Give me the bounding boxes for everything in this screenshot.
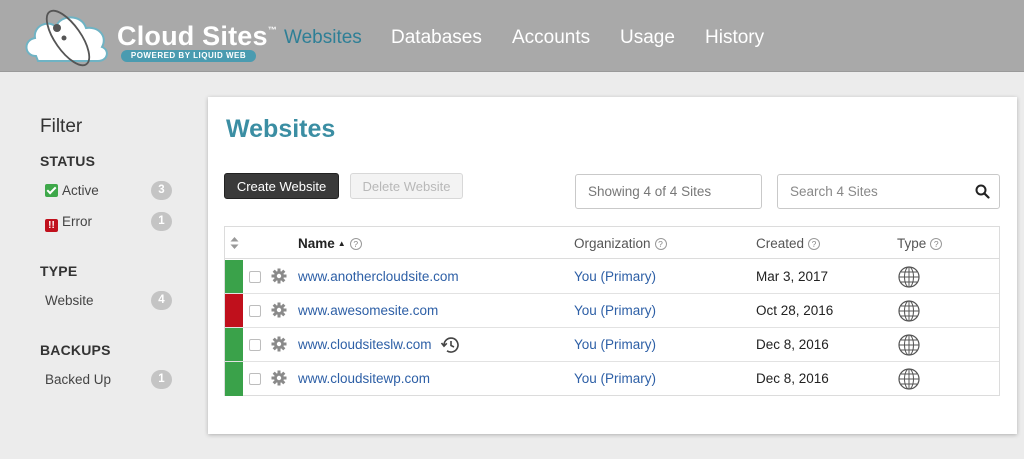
page-title: Websites bbox=[226, 115, 336, 143]
cloud-sites-logo[interactable]: Cloud Sites™ POWERED BY LIQUID WEB bbox=[22, 6, 277, 68]
search-box[interactable] bbox=[777, 174, 1000, 209]
table-row[interactable]: www.cloudsiteslw.com You (Primary) Dec 8, … bbox=[225, 328, 999, 362]
help-icon[interactable]: ? bbox=[930, 238, 943, 250]
status-indicator-active bbox=[225, 328, 243, 361]
table-header: Name ▲? Organization? Created? Type? bbox=[225, 227, 999, 259]
help-icon[interactable]: ? bbox=[654, 238, 667, 250]
globe-icon bbox=[897, 299, 921, 328]
organization-link[interactable]: You (Primary) bbox=[574, 337, 656, 352]
delete-website-button[interactable]: Delete Website bbox=[350, 173, 463, 199]
created-date: Dec 8, 2016 bbox=[756, 337, 829, 352]
filter-status-active[interactable]: Active 3 bbox=[45, 181, 175, 201]
filter-backed-up[interactable]: Backed Up 1 bbox=[45, 370, 175, 390]
sort-toggle-icon[interactable] bbox=[230, 237, 239, 249]
filter-status-error[interactable]: !! Error 1 bbox=[45, 212, 175, 232]
websites-panel: Websites Create Website Delete Website S… bbox=[208, 97, 1017, 434]
column-created[interactable]: Created? bbox=[756, 236, 821, 251]
status-indicator-active bbox=[225, 260, 243, 293]
showing-count: Showing 4 of 4 Sites bbox=[575, 174, 762, 209]
table-row[interactable]: www.anothercloudsite.com You (Primary) Mar… bbox=[225, 260, 999, 294]
cloud-logo-icon bbox=[25, 9, 108, 67]
globe-icon bbox=[897, 367, 921, 396]
sort-asc-icon: ▲ bbox=[337, 239, 346, 248]
backups-heading: BACKUPS bbox=[40, 342, 111, 358]
nav-usage[interactable]: Usage bbox=[620, 27, 675, 49]
check-icon bbox=[45, 184, 58, 197]
gear-icon[interactable] bbox=[271, 302, 287, 323]
row-checkbox[interactable] bbox=[249, 339, 261, 351]
table-row[interactable]: www.awesomesite.com You (Primary) Oct 28, … bbox=[225, 294, 999, 328]
count-badge: 1 bbox=[151, 212, 172, 231]
globe-icon bbox=[897, 333, 921, 362]
gear-icon[interactable] bbox=[271, 336, 287, 357]
created-date: Oct 28, 2016 bbox=[756, 303, 834, 318]
row-checkbox[interactable] bbox=[249, 305, 261, 317]
websites-table: Name ▲? Organization? Created? Type? www.… bbox=[224, 226, 1000, 396]
filter-label: Active bbox=[62, 183, 99, 198]
history-icon[interactable] bbox=[439, 333, 463, 362]
status-heading: STATUS bbox=[40, 153, 96, 169]
site-link[interactable]: www.cloudsiteslw.com bbox=[298, 337, 432, 352]
globe-icon bbox=[897, 265, 921, 294]
created-date: Mar 3, 2017 bbox=[756, 269, 829, 284]
filter-label: Website bbox=[45, 293, 94, 308]
column-name[interactable]: Name ▲? bbox=[298, 236, 362, 251]
top-bar: Cloud Sites™ POWERED BY LIQUID WEB Websi… bbox=[0, 0, 1024, 72]
filter-label: Backed Up bbox=[45, 372, 112, 387]
filter-sidebar: Filter STATUS Active 3 !! Error 1 TYPE We… bbox=[0, 72, 200, 459]
nav-databases[interactable]: Databases bbox=[391, 27, 482, 49]
status-indicator-active bbox=[225, 362, 243, 396]
site-link[interactable]: www.awesomesite.com bbox=[298, 303, 438, 318]
site-link[interactable]: www.cloudsitewp.com bbox=[298, 371, 430, 386]
nav-history[interactable]: History bbox=[705, 27, 764, 49]
created-date: Dec 8, 2016 bbox=[756, 371, 829, 386]
gear-icon[interactable] bbox=[271, 370, 287, 391]
error-icon: !! bbox=[45, 219, 58, 232]
nav-accounts[interactable]: Accounts bbox=[512, 27, 590, 49]
filter-label: Error bbox=[62, 214, 92, 229]
row-checkbox[interactable] bbox=[249, 373, 261, 385]
column-organization[interactable]: Organization? bbox=[574, 236, 667, 251]
table-row[interactable]: www.cloudsitewp.com You (Primary) Dec 8, 2… bbox=[225, 362, 999, 396]
row-checkbox[interactable] bbox=[249, 271, 261, 283]
help-icon[interactable]: ? bbox=[349, 238, 362, 250]
filter-type-website[interactable]: Website 4 bbox=[45, 291, 175, 311]
brand-tagline: POWERED BY LIQUID WEB bbox=[121, 50, 256, 62]
site-link[interactable]: www.anothercloudsite.com bbox=[298, 269, 459, 284]
help-icon[interactable]: ? bbox=[808, 238, 821, 250]
filter-title: Filter bbox=[40, 116, 83, 137]
organization-link[interactable]: You (Primary) bbox=[574, 303, 656, 318]
trademark-mark: ™ bbox=[267, 25, 277, 35]
gear-icon[interactable] bbox=[271, 268, 287, 289]
type-heading: TYPE bbox=[40, 263, 78, 279]
brand-title: Cloud Sites™ bbox=[117, 21, 277, 51]
column-type[interactable]: Type? bbox=[897, 236, 943, 251]
status-indicator-error bbox=[225, 294, 243, 327]
create-website-button[interactable]: Create Website bbox=[224, 173, 339, 199]
count-badge: 1 bbox=[151, 370, 172, 389]
organization-link[interactable]: You (Primary) bbox=[574, 269, 656, 284]
count-badge: 3 bbox=[151, 181, 172, 200]
search-input[interactable] bbox=[779, 176, 969, 207]
nav-websites[interactable]: Websites bbox=[284, 27, 362, 49]
organization-link[interactable]: You (Primary) bbox=[574, 371, 656, 386]
search-icon[interactable] bbox=[975, 184, 990, 199]
count-badge: 4 bbox=[151, 291, 172, 310]
